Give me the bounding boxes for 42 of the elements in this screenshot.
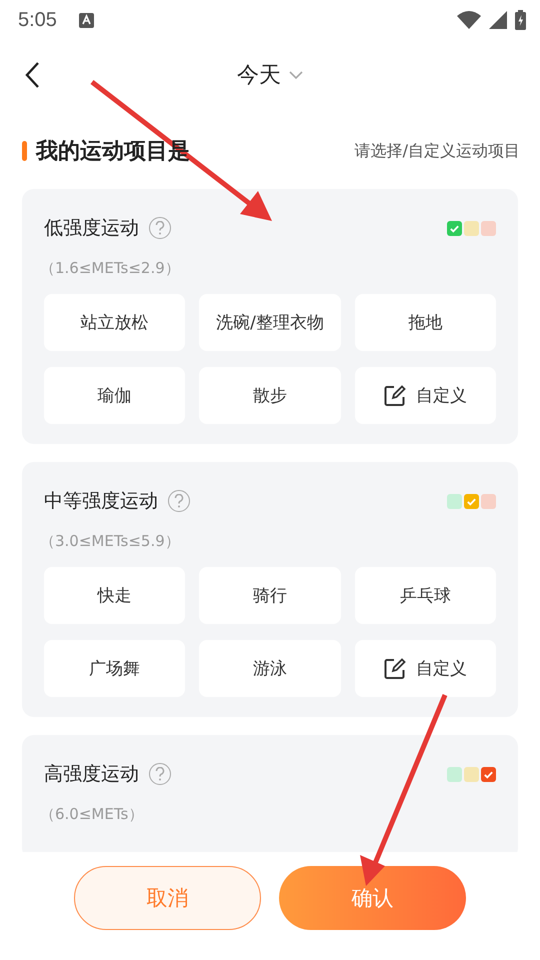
intensity-swatch[interactable] [447,766,462,782]
activity-button[interactable]: 广场舞 [44,640,186,697]
wifi-icon [457,11,481,29]
edit-icon [384,384,406,406]
date-dropdown[interactable]: 今天 [237,60,303,90]
card-title: 低强度运动 [44,216,139,241]
help-icon[interactable] [149,763,171,785]
accent-bar [22,141,27,161]
intensity-swatch[interactable] [481,766,496,782]
mets-range: （6.0≤METs） [40,805,144,824]
mets-range: （3.0≤METs≤5.9） [40,532,181,551]
activity-button[interactable]: 站立放松 [44,294,186,351]
activity-button[interactable]: 骑行 [199,567,341,624]
card-title: 中等强度运动 [44,489,158,514]
custom-button[interactable]: 自定义 [354,367,496,424]
intensity-swatch[interactable] [464,766,479,782]
card-title: 高强度运动 [44,762,139,787]
back-icon [24,61,40,89]
battery-icon [515,10,526,30]
caret-icon [289,71,303,79]
intensity-swatch[interactable] [447,220,462,236]
edit-icon [384,658,406,680]
intensity-swatch[interactable] [464,220,479,236]
intensity-swatch[interactable] [481,494,496,508]
status-time: 5:05 [18,8,57,32]
custom-button[interactable]: 自定义 [354,640,496,697]
signal-icon [489,11,507,29]
keyboard-icon [78,12,94,28]
activity-button[interactable]: 瑜伽 [44,367,186,424]
activity-button[interactable]: 洗碗/整理衣物 [199,294,341,351]
intensity-swatch[interactable] [481,220,496,236]
help-icon[interactable] [168,490,190,512]
intensity-swatch[interactable] [464,494,479,508]
help-icon[interactable] [149,217,171,239]
activity-button[interactable]: 快走 [44,567,186,624]
activity-button[interactable]: 乒乓球 [354,567,496,624]
activity-button[interactable]: 散步 [199,367,341,424]
section-hint: 请选择/自定义运动项目 [354,140,520,162]
mets-range: （1.6≤METs≤2.9） [40,259,181,278]
intensity-swatch[interactable] [447,494,462,508]
activity-button[interactable]: 游泳 [199,640,341,697]
activity-button[interactable]: 拖地 [354,294,496,351]
